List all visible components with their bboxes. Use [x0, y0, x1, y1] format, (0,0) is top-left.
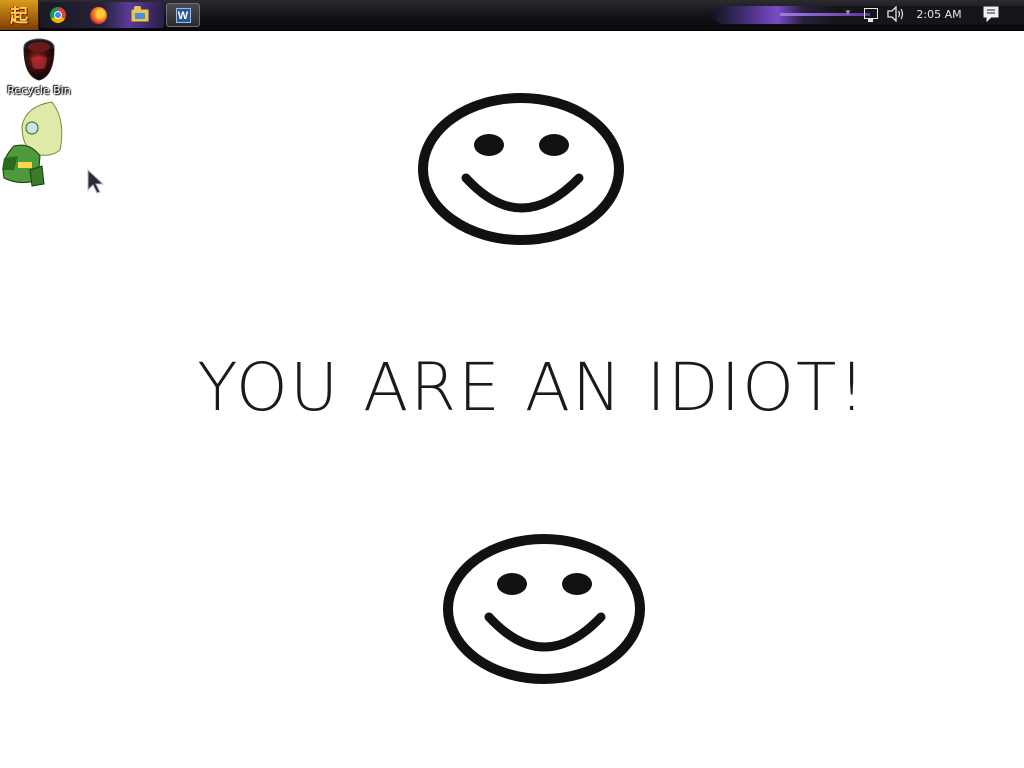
chrome-icon — [50, 7, 66, 23]
volume-icon[interactable] — [886, 6, 906, 22]
mouse-cursor-icon — [87, 168, 105, 194]
recycle-bin-icon — [23, 38, 55, 81]
smiley-face-icon-bottom — [443, 534, 645, 684]
network-icon[interactable] — [864, 8, 878, 22]
desktop-icon-recycle-bin[interactable]: Recycle Bin — [6, 36, 72, 97]
smiley-face-icon-top — [418, 93, 624, 245]
popup-message: YOU ARE AN IDIOT! — [197, 349, 867, 426]
file-explorer-icon — [131, 5, 149, 22]
system-tray: ▼ 2:05 AM — [838, 5, 1024, 25]
chrome-launch-button[interactable] — [46, 4, 70, 26]
show-hidden-icons-button[interactable]: ▼ — [844, 8, 852, 17]
taskbar: 起 W ▼ 2:05 AM — [0, 0, 1024, 31]
firefox-launch-button[interactable] — [86, 4, 110, 26]
file-explorer-launch-button[interactable] — [128, 4, 152, 26]
firefox-icon — [89, 6, 107, 24]
taskbar-item-word[interactable]: W — [166, 3, 200, 27]
word-icon: W — [175, 7, 191, 23]
start-logo-icon: 起 — [10, 6, 28, 27]
peridot-character-icon[interactable] — [0, 100, 66, 190]
taskbar-clock[interactable]: 2:05 AM — [914, 8, 964, 21]
quick-launch-bar — [40, 2, 164, 28]
start-button[interactable]: 起 — [0, 0, 39, 30]
action-center-icon[interactable] — [982, 5, 1000, 23]
recycle-bin-label: Recycle Bin — [7, 84, 71, 97]
